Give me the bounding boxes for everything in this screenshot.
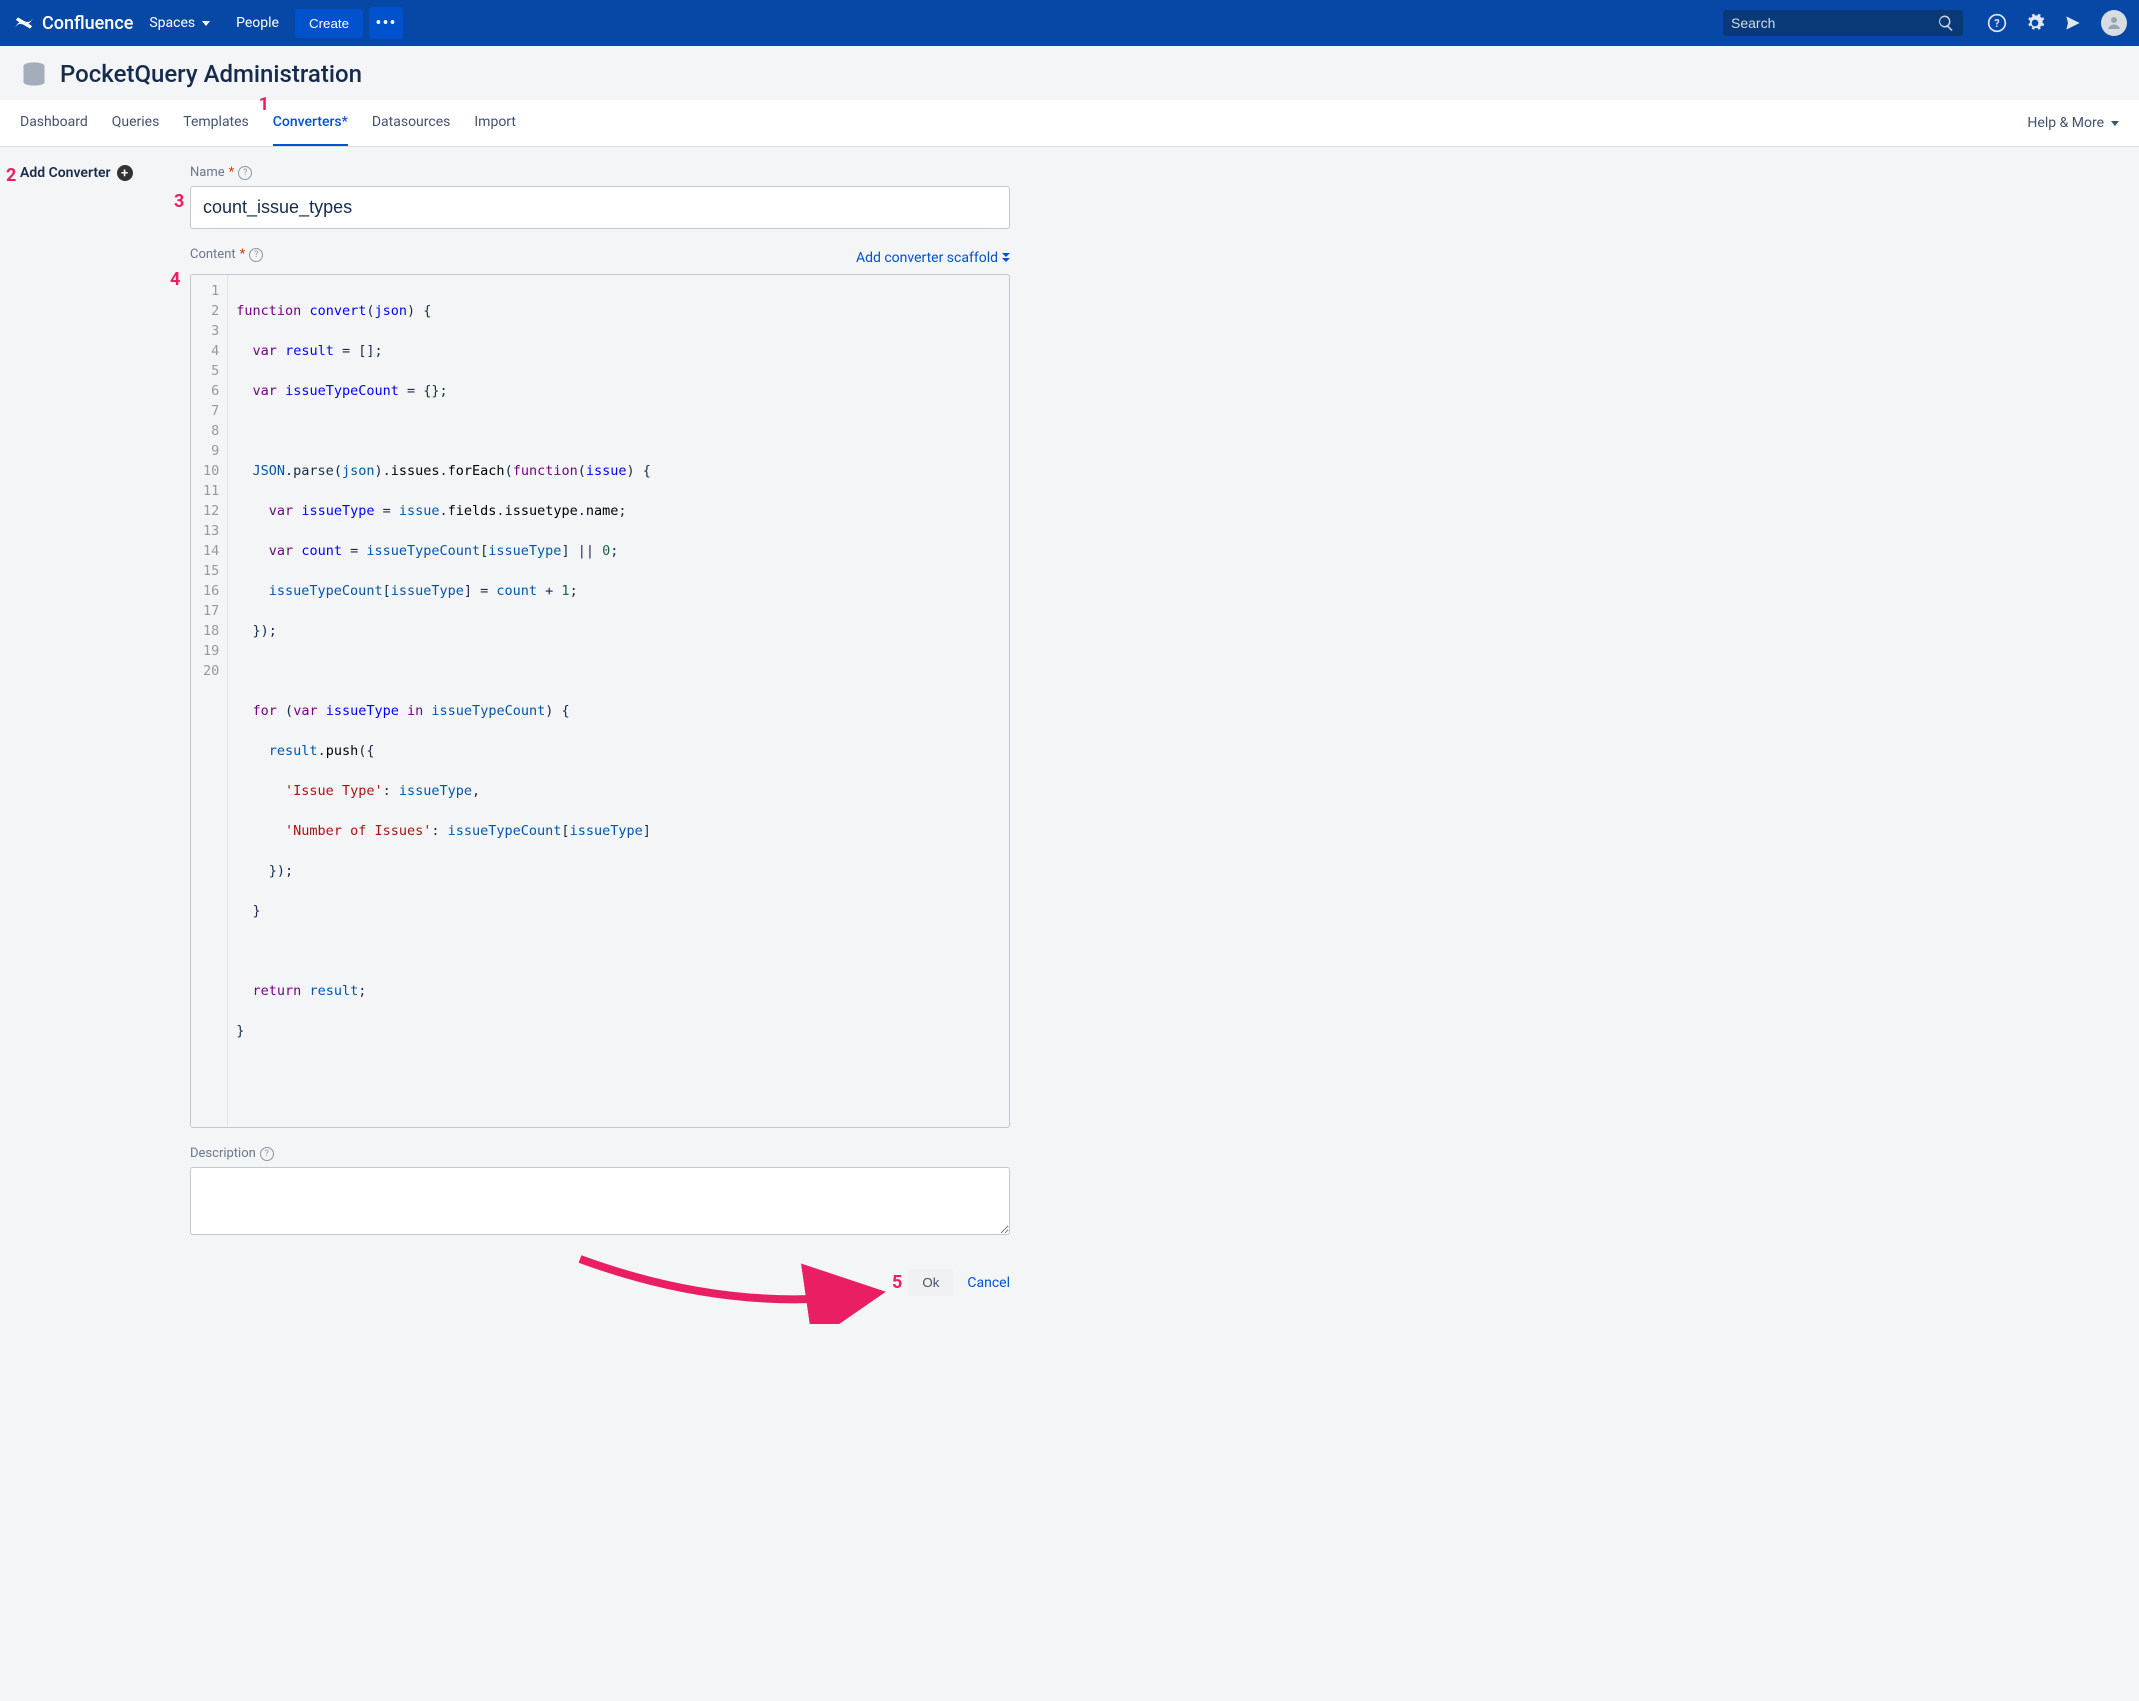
content-label: Content * ? [190,247,263,262]
create-button[interactable]: Create [295,9,363,38]
page-title: PocketQuery Administration [60,60,362,88]
callout-3: 3 [174,191,184,212]
product-name: Confluence [42,13,133,34]
line-numbers: 1234567891011121314151617181920 [191,275,228,1127]
svg-text:?: ? [1994,17,1999,30]
help-icon[interactable]: ? [260,1147,274,1161]
tab-dashboard[interactable]: Dashboard [20,100,88,146]
tabs: Dashboard Queries Templates 1 Converters… [0,100,2139,147]
avatar[interactable] [2101,10,2127,36]
callout-2: 2 [6,165,16,186]
chevron-double-down-icon [1002,253,1010,262]
more-menu-button[interactable]: ••• [369,7,403,39]
description-field: Description ? [190,1146,1010,1239]
tab-templates[interactable]: Templates [183,100,249,146]
tab-import[interactable]: Import [474,100,516,146]
code-editor[interactable]: 1234567891011121314151617181920 function… [190,274,1010,1128]
content: 2 Add Converter + Name * ? 3 Content * ? [0,147,2139,1326]
gear-icon[interactable] [2025,13,2045,33]
add-converter-button[interactable]: Add Converter + [20,165,190,181]
chevron-down-icon [2111,121,2119,126]
page-header: PocketQuery Administration [0,46,2139,100]
search-box[interactable] [1723,10,1963,36]
help-and-more-menu[interactable]: Help & More [2027,115,2119,131]
cancel-link[interactable]: Cancel [967,1275,1010,1291]
help-icon[interactable]: ? [238,166,252,180]
add-scaffold-link[interactable]: Add converter scaffold [856,250,1010,266]
ok-button[interactable]: Ok [908,1269,953,1296]
callout-4: 4 [170,269,180,290]
plus-icon: + [117,165,133,181]
search-icon [1937,14,1955,32]
required-marker: * [229,165,235,180]
people-link[interactable]: People [226,9,289,37]
callout-1: 1 [259,94,269,115]
name-label: Name * ? [190,165,1010,180]
global-nav: Confluence Spaces People Create ••• ? [0,0,2139,46]
sidebar: 2 Add Converter + [20,165,190,1296]
name-input[interactable] [190,186,1010,229]
required-marker: * [240,247,246,262]
top-icons: ? [1987,10,2127,36]
chevron-down-icon [202,21,210,26]
confluence-logo[interactable]: Confluence [12,11,133,35]
form: Name * ? 3 Content * ? Add converter sca… [190,165,1010,1296]
help-icon[interactable]: ? [249,248,263,262]
confluence-icon [12,11,36,35]
user-icon [2105,14,2123,32]
description-label: Description ? [190,1146,1010,1161]
search-input[interactable] [1731,15,1937,31]
database-icon [20,60,48,88]
name-field: Name * ? 3 [190,165,1010,229]
help-icon[interactable]: ? [1987,13,2007,33]
notification-icon[interactable] [2063,13,2083,33]
tab-converters[interactable]: 1 Converters* [273,100,348,146]
content-field: Content * ? Add converter scaffold 4 123… [190,247,1010,1128]
tab-datasources[interactable]: Datasources [372,100,451,146]
tab-queries[interactable]: Queries [112,100,160,146]
callout-5: 5 [892,1272,902,1293]
description-input[interactable] [190,1167,1010,1235]
code-content[interactable]: function convert(json) { var result = []… [228,275,1009,1127]
annotation-arrow [570,1244,890,1324]
form-actions: 5 Ok Cancel [190,1269,1010,1296]
spaces-menu[interactable]: Spaces [139,9,220,37]
